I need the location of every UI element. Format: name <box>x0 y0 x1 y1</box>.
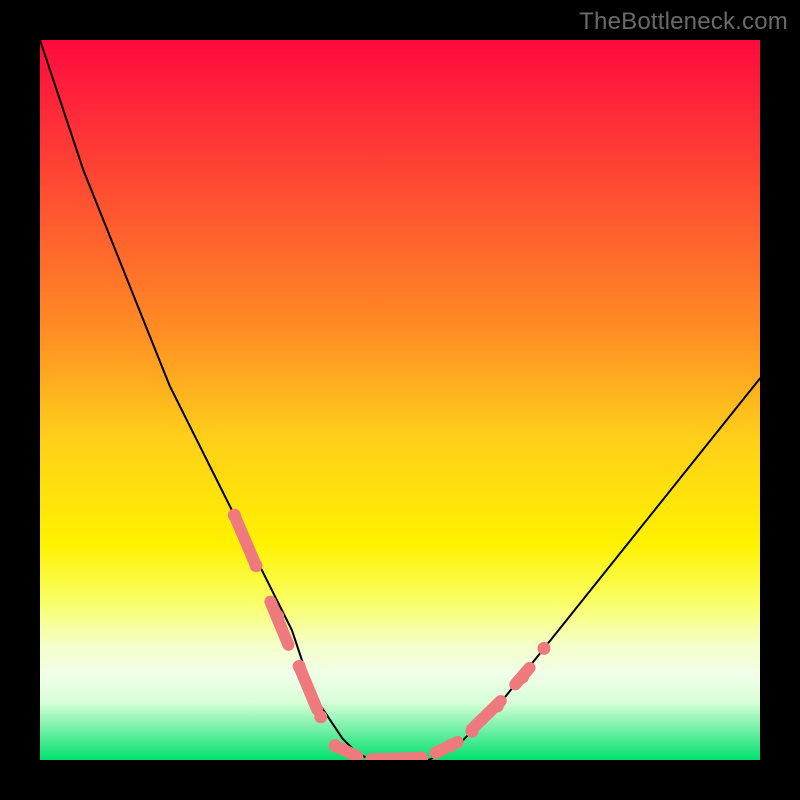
plot-area <box>40 40 760 760</box>
watermark-text: TheBottleneck.com <box>579 8 788 36</box>
marker-segments <box>234 515 529 759</box>
curve-layer <box>40 40 760 760</box>
chart-stage: TheBottleneck.com <box>0 0 800 800</box>
marker-dots <box>228 509 551 760</box>
bottleneck-curve <box>40 40 760 760</box>
